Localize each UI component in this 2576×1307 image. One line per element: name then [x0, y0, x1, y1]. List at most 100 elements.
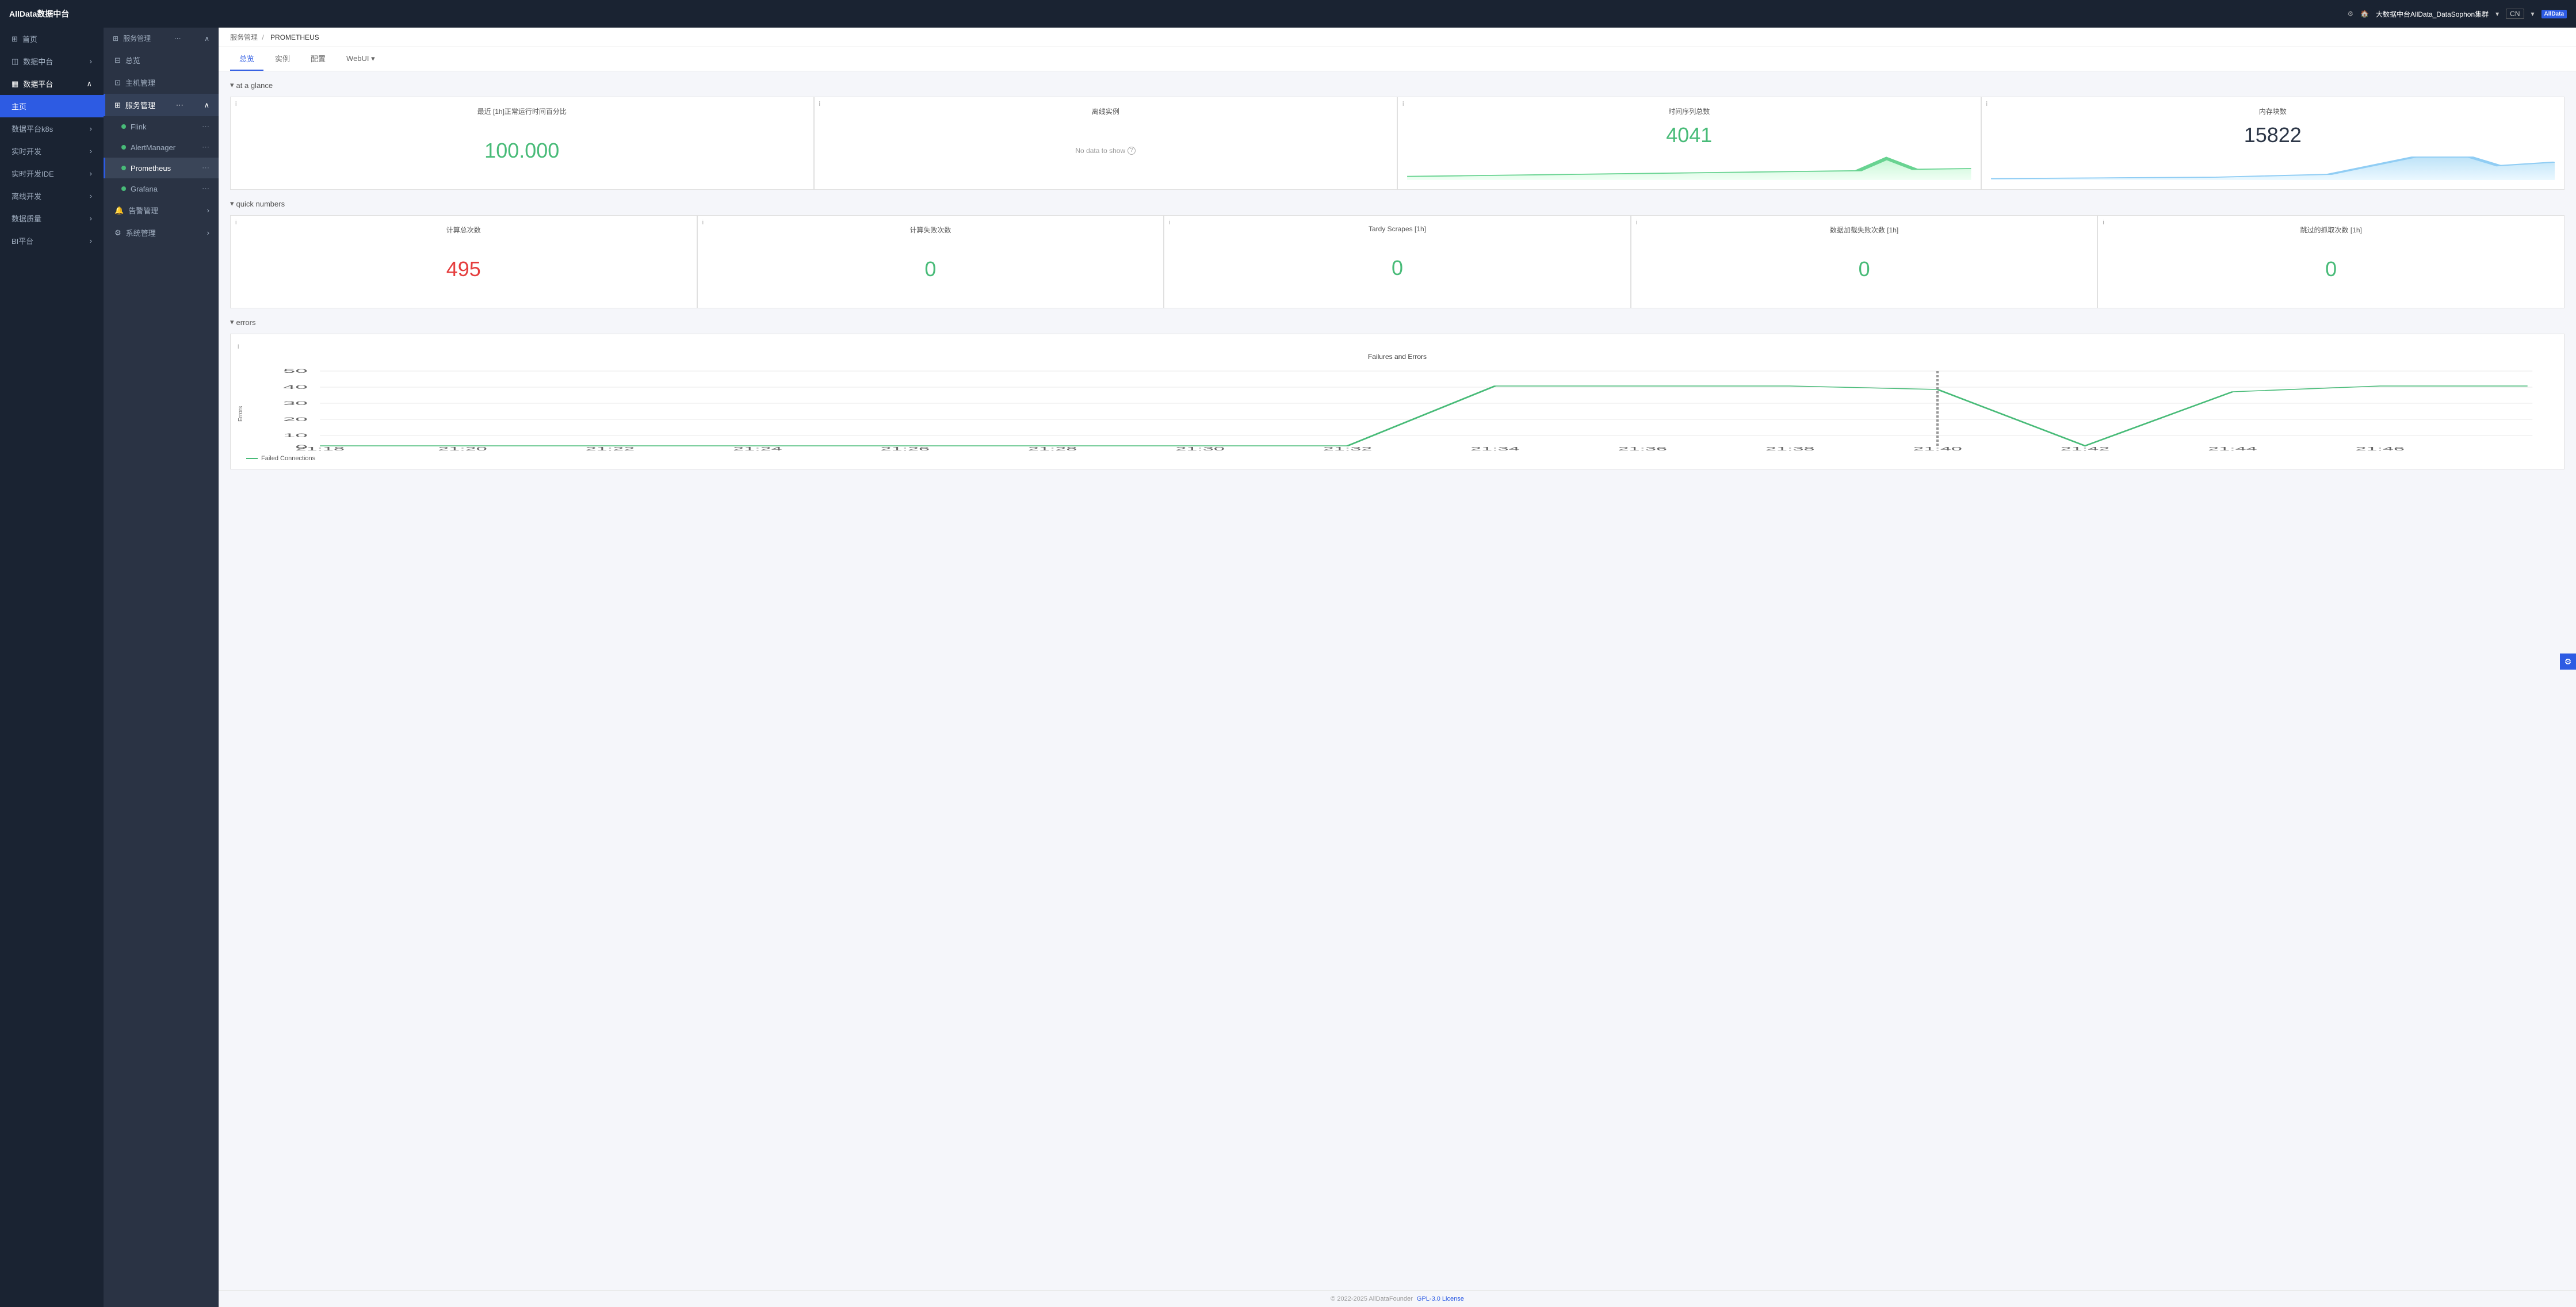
prometheus-more-icon[interactable]: ⋯: [202, 163, 209, 173]
time-series-title: 时间序列总数: [1407, 106, 1971, 116]
sidebar-item-k8s[interactable]: 数据平台k8s ›: [0, 117, 104, 140]
skipped-scrapes-info[interactable]: i: [2103, 219, 2104, 226]
sys-icon: ⚙: [114, 228, 121, 238]
tab-overview[interactable]: 总览: [230, 47, 263, 71]
chevron-right-icon-8: ›: [207, 206, 209, 215]
failed-scrapes-value: 0: [707, 239, 1155, 299]
settings-icon[interactable]: ⚙: [2347, 10, 2353, 18]
tardy-scrapes-value: 0: [1174, 238, 1621, 299]
svg-text:21:24: 21:24: [733, 446, 782, 452]
breadcrumb: 服务管理 / PROMETHEUS: [219, 28, 2576, 47]
memory-value: 15822: [1991, 121, 2555, 149]
alertmanager-more-icon[interactable]: ⋯: [202, 143, 209, 152]
uptime-title: 最近 [1h]正常运行时间百分比: [240, 106, 804, 116]
sidebar-item-sys-mgmt[interactable]: ⚙ 系统管理 ›: [104, 221, 219, 244]
uptime-value: 100.000: [240, 121, 804, 180]
sidebar-item-alert-mgmt[interactable]: 🔔 告警管理 ›: [104, 199, 219, 221]
memory-mini-chart: [1991, 151, 2555, 180]
prometheus-status-dot: [121, 166, 126, 170]
timeseries-info-icon[interactable]: i: [1402, 101, 1404, 108]
sidebar-item-service-mgmt[interactable]: ⊞ 服务管理 ⋯ ∧: [104, 94, 219, 116]
svg-text:21:22: 21:22: [586, 446, 635, 452]
legend-label: Failed Connections: [261, 455, 315, 462]
data-platform-icon: ▦: [12, 79, 18, 89]
main-content: 服务管理 / PROMETHEUS 总览 实例 配置 WebUI ▾ at a …: [219, 28, 2576, 1307]
home-nav-icon: ⊞: [12, 35, 18, 44]
second-sidebar: ⊞ 服务管理 ⋯ ∧ ⊟ 总览 ⊡ 主机管理 ⊞ 服务管理 ⋯ ∧: [104, 28, 219, 1307]
sidebar-item-flink[interactable]: Flink ⋯: [104, 116, 219, 137]
offline-info-icon[interactable]: i: [819, 101, 820, 108]
skipped-scrapes-value: 0: [2107, 239, 2555, 299]
svg-text:21:20: 21:20: [438, 446, 487, 452]
at-a-glance-grid: i 最近 [1h]正常运行时间百分比 100.000 i 离线实例 No dat…: [230, 97, 2564, 190]
chart-title: Failures and Errors: [238, 353, 2557, 361]
chevron-down-icon: ▾: [2495, 10, 2499, 18]
svg-text:21:40: 21:40: [1913, 446, 1962, 452]
sidebar-item-realtime-ide[interactable]: 实时开发IDE ›: [0, 162, 104, 185]
sidebar-item-realtime[interactable]: 实时开发 ›: [0, 140, 104, 162]
tab-config[interactable]: 配置: [301, 47, 335, 71]
more-icon[interactable]: ⋯: [174, 35, 181, 43]
flink-more-icon[interactable]: ⋯: [202, 122, 209, 131]
memory-info-icon[interactable]: i: [1986, 101, 1988, 108]
data-center-icon: ◫: [12, 57, 18, 66]
chevron-down-icon-2: ▾: [2531, 10, 2535, 18]
sidebar-item-main[interactable]: 主页: [0, 95, 104, 117]
time-series-card: i 时间序列总数 4041: [1398, 97, 1981, 189]
tardy-scrapes-info[interactable]: i: [1169, 219, 1170, 226]
svg-text:50: 50: [283, 368, 308, 374]
sidebar-item-offline[interactable]: 离线开发 ›: [0, 185, 104, 207]
tab-instance[interactable]: 实例: [266, 47, 299, 71]
chevron-right-icon-3: ›: [90, 147, 92, 155]
errors-info-icon[interactable]: i: [238, 343, 239, 350]
load-fail-value: 0: [1641, 239, 2088, 299]
sidebar-item-bi[interactable]: BI平台 ›: [0, 230, 104, 252]
load-fail-info[interactable]: i: [1636, 219, 1637, 226]
sidebar-item-data-center[interactable]: ◫ 数据中台 ›: [0, 50, 104, 72]
sidebar-item-host-mgmt[interactable]: ⊡ 主机管理: [104, 71, 219, 94]
errors-header: errors: [230, 318, 2564, 327]
time-series-value: 4041: [1407, 121, 1971, 149]
cluster-label[interactable]: 大数据中台AllData_DataSophon集群: [2376, 9, 2489, 19]
sidebar-item-prometheus[interactable]: Prometheus ⋯: [104, 158, 219, 178]
breadcrumb-path[interactable]: 服务管理: [230, 33, 258, 41]
skipped-scrapes-card: i 跳过的抓取次数 [1h] 0: [2098, 216, 2564, 308]
sidebar-item-alertmanager[interactable]: AlertManager ⋯: [104, 137, 219, 158]
failed-scrapes-info[interactable]: i: [702, 219, 704, 226]
alertmanager-status-dot: [121, 145, 126, 150]
left-sidebar: ⊞ 首页 ◫ 数据中台 › ▦ 数据平台 ∧ 主页 数据平台k8s ›: [0, 28, 104, 1307]
sidebar-item-grafana[interactable]: Grafana ⋯: [104, 178, 219, 199]
lang-toggle[interactable]: CN: [2506, 9, 2524, 19]
offline-card: i 离线实例 No data to show ?: [815, 97, 1397, 189]
grafana-more-icon[interactable]: ⋯: [202, 184, 209, 193]
total-scrapes-info[interactable]: i: [235, 219, 236, 226]
quick-numbers-grid: i 计算总次数 495 i 计算失败次数 0 i Tardy Scrapes […: [230, 215, 2564, 308]
sidebar-item-overview[interactable]: ⊟ 总览: [104, 49, 219, 71]
chevron-up-icon-2[interactable]: ∧: [204, 35, 209, 43]
breadcrumb-current: PROMETHEUS: [270, 33, 319, 41]
second-sidebar-header: ⊞ 服务管理 ⋯ ∧: [104, 28, 219, 49]
errors-line-chart: 50 40 30 20 10 0: [246, 365, 2557, 452]
tab-webui[interactable]: WebUI ▾: [337, 48, 384, 70]
chevron-right-icon-4: ›: [90, 169, 92, 178]
svg-text:21:38: 21:38: [1765, 446, 1815, 452]
sidebar-item-home[interactable]: ⊞ 首页: [0, 28, 104, 50]
legend-line-icon: [246, 458, 258, 459]
chevron-right-icon-5: ›: [90, 192, 92, 200]
failed-scrapes-card: i 计算失败次数 0: [698, 216, 1164, 308]
sidebar-item-quality[interactable]: 数据质量 ›: [0, 207, 104, 230]
chevron-right-icon: ›: [90, 57, 92, 66]
chevron-right-icon-2: ›: [90, 124, 92, 133]
uptime-info-icon[interactable]: i: [235, 101, 236, 108]
home-icon[interactable]: 🏠: [2360, 10, 2369, 18]
skipped-scrapes-title: 跳过的抓取次数 [1h]: [2107, 225, 2555, 235]
memory-card: i 内存块数 15822: [1982, 97, 2564, 189]
tardy-scrapes-card: i Tardy Scrapes [1h] 0: [1164, 216, 1630, 308]
floating-settings-button[interactable]: ⚙: [2560, 654, 2576, 670]
svg-text:21:18: 21:18: [295, 446, 345, 452]
total-scrapes-card: i 计算总次数 495: [231, 216, 697, 308]
sidebar-item-data-platform[interactable]: ▦ 数据平台 ∧: [0, 72, 104, 95]
more-options-icon[interactable]: ⋯: [176, 101, 184, 110]
chevron-up-icon-3[interactable]: ∧: [204, 101, 209, 110]
license-link[interactable]: GPL-3.0 License: [1417, 1295, 1464, 1302]
